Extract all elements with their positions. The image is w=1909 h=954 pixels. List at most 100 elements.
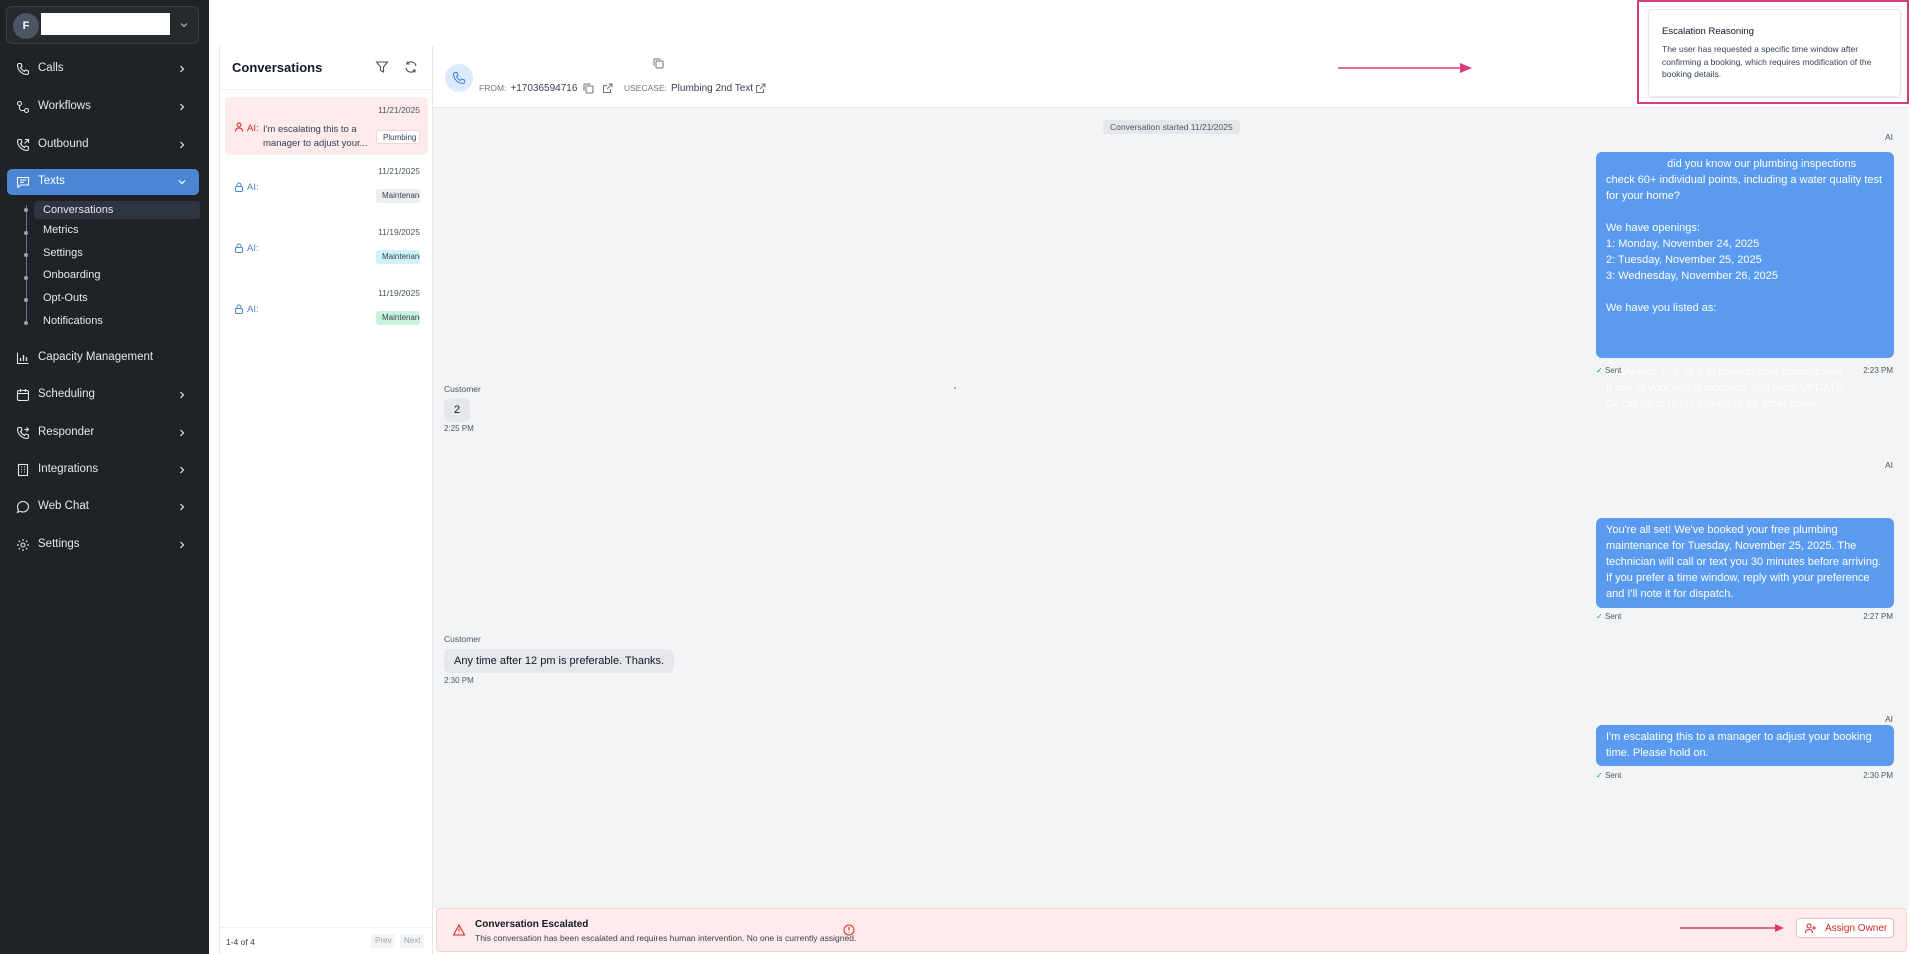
conversation-item[interactable]: 11/19/2025 AI: Maintenance	[225, 280, 428, 338]
nav-label: Workflows	[38, 100, 91, 112]
escalation-title: Conversation Escalated	[475, 919, 589, 930]
message-status: ✓ Sent	[1596, 366, 1621, 375]
nav-settings[interactable]: Settings	[7, 532, 199, 558]
chevron-right-icon	[180, 466, 185, 474]
bar-chart-icon	[16, 352, 29, 365]
chevron-right-icon	[180, 429, 185, 437]
sender-label: AI	[1885, 132, 1894, 142]
subnav-dot	[24, 253, 28, 257]
conversation-item[interactable]: 11/19/2025 AI: Maintenance	[225, 219, 428, 277]
pagination-count: 1-4 of 4	[226, 937, 255, 947]
check-icon: ✓	[1596, 771, 1603, 780]
nav-label: Calls	[38, 62, 64, 74]
org-name-redacted	[41, 13, 170, 35]
subnav-dot	[24, 298, 28, 302]
message-status: ✓ Sent	[1596, 771, 1621, 780]
annotation-arrow	[1338, 63, 1472, 73]
conversation-item[interactable]: 11/21/2025 AI: I'm escalating this to a …	[225, 97, 428, 155]
subnav-label: Metrics	[43, 224, 79, 236]
nav-label: Capacity Management	[38, 351, 154, 363]
conversation-sender: AI:	[247, 304, 259, 315]
usecase-field: USECASE: Plumbing 2nd Text	[624, 83, 753, 94]
conversation-date: 11/21/2025	[378, 105, 420, 115]
subnav-label: Notifications	[43, 315, 103, 327]
chevron-down-icon	[178, 180, 186, 185]
user-plus-icon	[1805, 923, 1816, 934]
ai-message-bubble: did you know our plumbing inspections ch…	[1596, 152, 1894, 410]
message-time: 2:27 PM	[1863, 612, 1893, 621]
chevron-right-icon	[180, 65, 185, 73]
escalation-reasoning-title: Escalation Reasoning	[1662, 26, 1754, 37]
subnav-label: Onboarding	[43, 269, 101, 281]
message-thread[interactable]: Conversation started 11/21/2025 AI did y…	[433, 108, 1909, 908]
status-text: Sent	[1604, 771, 1622, 780]
from-label: FROM:	[479, 83, 507, 93]
nav-calls[interactable]: Calls	[7, 56, 199, 82]
assign-owner-label: Assign Owner	[1825, 923, 1888, 934]
annotation-arrow	[1680, 924, 1784, 932]
conversation-started-badge: Conversation started 11/21/2025	[1103, 120, 1240, 134]
usecase-tag: Maintenance	[376, 189, 420, 203]
conversation-date: 11/19/2025	[378, 227, 420, 237]
escalation-reasoning-text: The user has requested a specific time w…	[1662, 44, 1872, 79]
subnav-metrics[interactable]: Metrics	[34, 221, 200, 239]
nav-label: Responder	[38, 426, 95, 438]
conversation-list-header: Conversations	[220, 46, 434, 90]
subnav-dot	[24, 276, 28, 280]
nav-responder[interactable]: Responder	[7, 420, 199, 446]
subnav-notifications[interactable]: Notifications	[34, 312, 200, 330]
subnav-label: Opt-Outs	[43, 292, 88, 304]
chevron-right-icon	[180, 541, 185, 549]
prev-page-button[interactable]: Prev	[371, 934, 396, 948]
conversation-list-panel: Conversations 11/21/2025 AI: I'm escalat…	[219, 46, 434, 954]
sender-label: Customer	[444, 634, 481, 644]
nav-label: Settings	[38, 538, 80, 550]
external-link-icon[interactable]	[755, 83, 766, 94]
nav-label: Outbound	[38, 138, 89, 150]
copy-icon[interactable]	[583, 83, 594, 94]
sender-label: AI	[1885, 460, 1894, 470]
conversation-date: 11/19/2025	[378, 288, 420, 298]
from-number: +17036594716	[510, 83, 578, 94]
copy-icon[interactable]	[653, 58, 664, 69]
subnav-dot	[24, 321, 28, 325]
conversation-item[interactable]: 11/21/2025 AI: Maintenance	[225, 158, 428, 216]
next-page-button[interactable]: Next	[400, 934, 425, 948]
nav-integrations[interactable]: Integrations	[7, 457, 199, 483]
nav-label: Scheduling	[38, 388, 95, 400]
warning-icon	[453, 924, 465, 936]
nav-texts[interactable]: Texts	[7, 169, 199, 195]
usecase-tag: Maintenance	[376, 250, 420, 264]
nav-outbound[interactable]: Outbound	[7, 132, 199, 158]
subnav-settings[interactable]: Settings	[34, 244, 200, 262]
conversation-date: 11/21/2025	[378, 166, 420, 176]
nav-capacity[interactable]: Capacity Management	[7, 345, 199, 371]
message-square-icon	[16, 176, 30, 189]
subnav-optouts[interactable]: Opt-Outs	[34, 289, 200, 307]
nav-label: Web Chat	[38, 500, 89, 512]
message-time: 2:25 PM	[444, 424, 474, 433]
user-icon	[235, 122, 243, 132]
subnav-conversations[interactable]: Conversations	[34, 201, 200, 219]
nav-workflows[interactable]: Workflows	[7, 94, 199, 120]
external-link-icon[interactable]	[602, 83, 613, 94]
assign-owner-button[interactable]: Assign Owner	[1796, 918, 1894, 938]
org-switcher[interactable]: F	[6, 6, 199, 44]
chevron-right-icon	[180, 391, 185, 399]
chevron-down-icon	[180, 23, 188, 28]
building-icon	[17, 463, 29, 477]
escalation-reasoning-popover: Escalation Reasoning The user has reques…	[1648, 9, 1901, 97]
nav-scheduling[interactable]: Scheduling	[7, 382, 199, 408]
check-icon: ✓	[1596, 366, 1603, 375]
info-icon[interactable]	[843, 924, 855, 936]
gear-icon	[17, 539, 29, 551]
loading-dot	[954, 387, 956, 389]
subnav-onboarding[interactable]: Onboarding	[34, 266, 200, 284]
subnav-label: Conversations	[43, 204, 114, 216]
sidebar: F Calls Workflows Outbound Texts Convers…	[0, 0, 209, 954]
filter-icon[interactable]	[375, 60, 389, 74]
refresh-icon[interactable]	[404, 60, 418, 74]
message-time: 2:30 PM	[444, 676, 474, 685]
phone-icon	[452, 71, 466, 85]
nav-webchat[interactable]: Web Chat	[7, 494, 199, 520]
